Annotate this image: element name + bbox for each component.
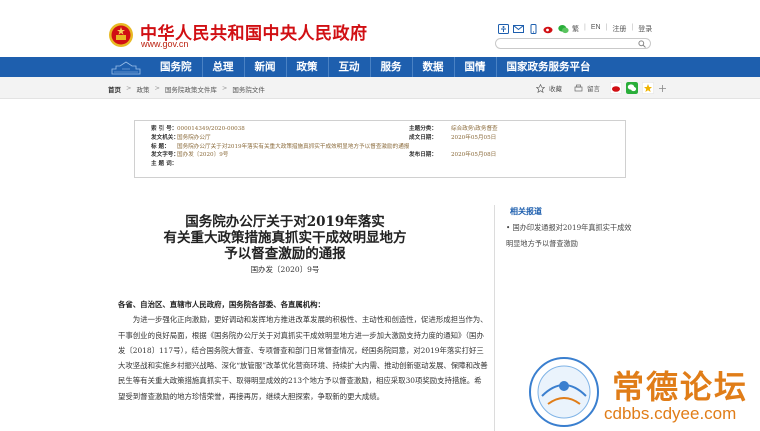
article-doc-number: 国办发〔2020〕9号 <box>250 265 320 274</box>
wechat-icon[interactable] <box>558 24 569 34</box>
breadcrumb-separator: > <box>126 84 132 92</box>
search-icon[interactable] <box>638 40 646 48</box>
category-label: 主题分类： <box>409 126 437 132</box>
related-reports-title: 相关报道 <box>510 206 542 216</box>
nav-item-services[interactable]: 服务 <box>371 57 413 77</box>
breadcrumb-bar: 首页 > 政策 > 国务院政策文件库 > 国务院文件 收藏 留言 <box>0 77 760 99</box>
printer-icon[interactable] <box>574 84 583 93</box>
traditional-chinese-link[interactable]: 繁 <box>572 24 579 34</box>
site-header: 中华人民共和国中央人民政府 www.gov.cn 繁 | EN | 注册 | 登… <box>0 0 760 56</box>
breadcrumb-state-council-docs[interactable]: 国务院文件 <box>232 84 265 94</box>
nav-item-service-platform[interactable]: 国家政务服务平台 <box>497 57 601 77</box>
info-row: 发文字号： 国办发〔2020〕9号 发布日期： 2020年05月08日 <box>151 151 609 160</box>
qzone-share-icon[interactable] <box>642 82 654 94</box>
nav-item-policy[interactable]: 政策 <box>287 57 329 77</box>
nav-item-interaction[interactable]: 互动 <box>329 57 371 77</box>
weibo-share-icon[interactable] <box>610 82 622 94</box>
tiananmen-icon <box>111 61 141 75</box>
breadcrumb-separator: > <box>154 84 160 92</box>
article-title-line: 予以督查激励的通报 <box>224 246 346 262</box>
document-info-table: 索 引 号： 000014349/2020-00038 主题分类： 综合政务\政务督… <box>134 120 626 178</box>
keywords-label: 主 题 词： <box>151 161 178 168</box>
category-value[interactable]: 综合政务\政务督查 <box>451 125 498 134</box>
nav-item-national-info[interactable]: 国情 <box>455 57 497 77</box>
nav-item-news[interactable]: 新闻 <box>245 57 287 77</box>
column-divider <box>494 205 495 431</box>
related-report-text[interactable]: 国办印发通报对2019年真抓实干成效明显地方予以督查激励 <box>506 223 631 248</box>
doc-number-value: 国办发〔2020〕9号 <box>177 152 229 159</box>
breadcrumb-policy-library[interactable]: 国务院政策文件库 <box>165 84 217 94</box>
title-label: 标 题： <box>151 143 170 150</box>
wechat-share-icon[interactable] <box>626 82 638 94</box>
publish-date-label: 发布日期： <box>409 152 437 159</box>
english-link[interactable]: EN <box>591 24 601 34</box>
article-body: 各省、自治区、直辖市人民政府，国务院各部委、各直属机构： 为进一步强化正向激励，… <box>118 297 488 404</box>
top-icon-bar <box>498 23 569 35</box>
top-links: 繁 | EN | 注册 | 登录 <box>572 24 652 34</box>
info-row: 主 题 词： <box>151 160 609 169</box>
title-value: 国务院办公厅关于对2019年落实有关重大政策措施真抓实干成效明显地方予以督查激励… <box>177 143 410 150</box>
print-button[interactable]: 留言 <box>587 83 600 93</box>
issuer-label: 发文机关： <box>151 134 179 141</box>
article-title-line: 有关重大政策措施真抓实干成效明显地方 <box>163 230 407 246</box>
breadcrumb-policy[interactable]: 政策 <box>136 84 149 94</box>
favorite-button[interactable]: 收藏 <box>549 83 562 93</box>
link-separator: | <box>605 24 608 31</box>
info-row: 索 引 号： 000014349/2020-00038 主题分类： 综合政务\政务督… <box>151 125 609 134</box>
phone-icon[interactable] <box>528 24 539 34</box>
site-url: www.gov.cn <box>141 39 189 49</box>
watermark-brand-text: 常德论坛 <box>612 368 749 406</box>
breadcrumb-home[interactable]: 首页 <box>108 84 121 94</box>
star-icon[interactable] <box>536 83 545 93</box>
nav-item-state-council[interactable]: 国务院 <box>150 57 203 77</box>
mail-icon[interactable] <box>513 24 524 34</box>
written-date-label: 成文日期： <box>409 134 437 141</box>
index-label: 索 引 号： <box>151 126 178 132</box>
watermark-logo <box>529 357 599 427</box>
article-title-line: 国务院办公厅关于对2019年落实 <box>185 214 385 230</box>
breadcrumb-separator: > <box>221 84 228 92</box>
doc-number-label: 发文字号： <box>151 152 179 159</box>
article-title: 国务院办公厅关于对2019年落实 有关重大政策措施真抓实干成效明显地方 予以督查… <box>150 214 420 262</box>
login-link[interactable]: 登录 <box>638 24 652 34</box>
publish-date-value: 2020年05月08日 <box>451 152 497 159</box>
article-paragraph: 为进一步强化正向激励，更好调动和发挥地方推进改革发展的积极性、主动性和创造性，促… <box>118 315 488 401</box>
nav-item-premier[interactable]: 总理 <box>203 57 245 77</box>
article-salutation: 各省、自治区、直辖市人民政府，国务院各部委、各直属机构： <box>118 300 325 309</box>
page-tools: 收藏 留言 <box>536 82 667 94</box>
main-nav: 国务院 总理 新闻 政策 互动 服务 数据 国情 国家政务服务平台 <box>0 57 760 77</box>
plus-icon[interactable] <box>658 84 667 93</box>
national-emblem-icon[interactable] <box>108 22 134 48</box>
written-date-value: 2020年05月05日 <box>451 134 497 141</box>
nav-item-data[interactable]: 数据 <box>413 57 455 77</box>
link-separator: | <box>631 24 634 31</box>
search-input[interactable] <box>495 38 651 49</box>
breadcrumb: 首页 > 政策 > 国务院政策文件库 > 国务院文件 <box>108 84 265 94</box>
issuer-value: 国务院办公厅 <box>177 134 211 141</box>
register-link[interactable]: 注册 <box>612 24 626 34</box>
index-value: 000014349/2020-00038 <box>177 126 245 132</box>
weibo-icon[interactable] <box>543 24 554 34</box>
watermark-url-text: cdbbs.cdyee.com <box>604 404 737 423</box>
nav-items: 国务院 总理 新闻 政策 互动 服务 数据 国情 国家政务服务平台 <box>150 57 601 77</box>
related-report-link[interactable]: • 国办印发通报对2019年真抓实干成效明显地方予以督查激励 <box>506 220 634 251</box>
accessibility-icon[interactable] <box>498 24 509 34</box>
link-separator: | <box>584 24 586 31</box>
info-row: 标 题： 国务院办公厅关于对2019年落实有关重大政策措施真抓实干成效明显地方予以… <box>151 143 609 152</box>
info-row: 发文机关： 国务院办公厅 成文日期： 2020年05月05日 <box>151 134 609 143</box>
